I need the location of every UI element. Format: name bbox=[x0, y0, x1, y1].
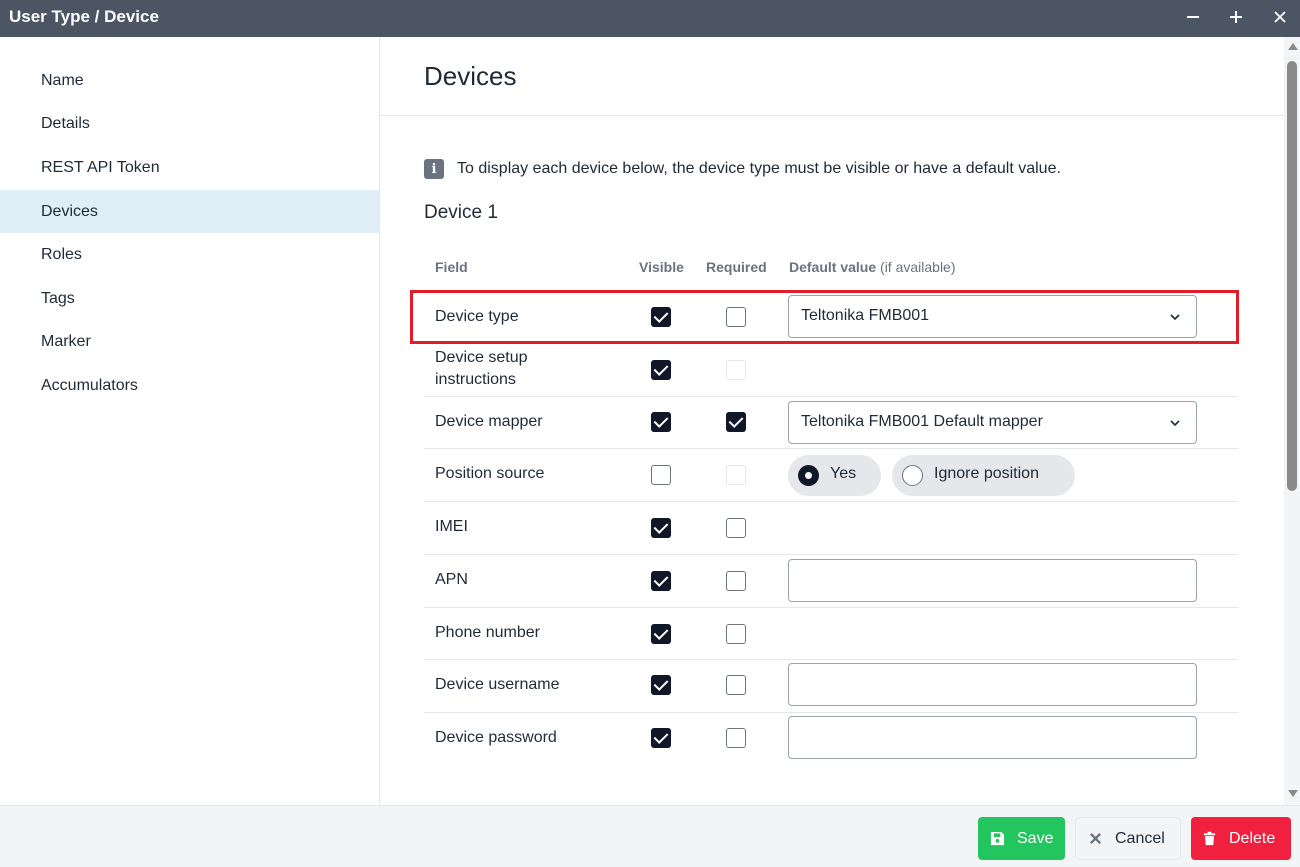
window-title: User Type / Device bbox=[9, 7, 159, 26]
table-row-device-type: Device type Teltonika FMB001 bbox=[424, 291, 1238, 343]
sidebar-item-marker[interactable]: Marker bbox=[0, 320, 379, 363]
default-value-label: Default value bbox=[789, 259, 877, 275]
radio-selected-icon bbox=[798, 465, 819, 486]
column-header-field: Field bbox=[435, 259, 468, 275]
required-checkbox[interactable] bbox=[726, 518, 746, 538]
table-row-device-mapper: Device mapper Teltonika FMB001 Default m… bbox=[424, 397, 1238, 449]
required-checkbox[interactable] bbox=[726, 307, 746, 327]
required-checkbox bbox=[726, 465, 746, 485]
info-text: To display each device below, the device… bbox=[457, 160, 1061, 177]
required-checkbox bbox=[726, 360, 746, 380]
radio-label: Ignore position bbox=[934, 465, 1039, 482]
table-row-imei: IMEI bbox=[424, 502, 1238, 555]
column-header-default-value: Default value (if available) bbox=[789, 259, 956, 275]
delete-button[interactable]: Delete bbox=[1191, 817, 1291, 860]
visible-checkbox[interactable] bbox=[651, 675, 671, 695]
field-label: Device password bbox=[435, 729, 557, 746]
field-label: Position source bbox=[435, 465, 545, 482]
scroll-up-arrow-icon[interactable] bbox=[1288, 43, 1298, 50]
default-value-hint: (if available) bbox=[880, 259, 956, 275]
required-checkbox[interactable] bbox=[726, 571, 746, 591]
scroll-thumb[interactable] bbox=[1287, 61, 1297, 491]
select-value: Teltonika FMB001 bbox=[801, 307, 930, 324]
required-checkbox[interactable] bbox=[726, 412, 746, 432]
device-password-input[interactable] bbox=[788, 716, 1197, 759]
page-title: Devices bbox=[424, 61, 517, 91]
title-divider bbox=[380, 115, 1284, 116]
window-titlebar: User Type / Device bbox=[0, 0, 1300, 37]
field-label: APN bbox=[435, 571, 468, 588]
field-label: Device type bbox=[435, 308, 519, 325]
device-username-input[interactable] bbox=[788, 663, 1197, 706]
required-checkbox[interactable] bbox=[726, 624, 746, 644]
visible-checkbox[interactable] bbox=[651, 728, 671, 748]
visible-checkbox[interactable] bbox=[651, 624, 671, 644]
visible-checkbox[interactable] bbox=[651, 465, 671, 485]
main-content: Devices i To display each device below, … bbox=[380, 37, 1284, 805]
trash-icon bbox=[1203, 831, 1216, 846]
visible-checkbox[interactable] bbox=[651, 360, 671, 380]
sidebar-item-devices[interactable]: Devices bbox=[0, 190, 379, 233]
scroll-down-arrow-icon[interactable] bbox=[1288, 790, 1298, 797]
radio-yes[interactable]: Yes bbox=[788, 455, 881, 496]
maximize-icon[interactable] bbox=[1223, 4, 1249, 30]
radio-unselected-icon bbox=[902, 465, 923, 486]
select-value: Teltonika FMB001 Default mapper bbox=[801, 413, 1043, 430]
chevron-down-icon bbox=[1170, 314, 1180, 321]
field-label: IMEI bbox=[435, 518, 468, 535]
visible-checkbox[interactable] bbox=[651, 571, 671, 591]
info-icon: i bbox=[424, 159, 444, 179]
table-row-phone-number: Phone number bbox=[424, 608, 1238, 660]
required-checkbox[interactable] bbox=[726, 675, 746, 695]
radio-label: Yes bbox=[830, 465, 857, 482]
device-mapper-select[interactable]: Teltonika FMB001 Default mapper bbox=[788, 401, 1197, 444]
save-button[interactable]: Save bbox=[978, 817, 1065, 860]
table-row-device-password: Device password bbox=[424, 713, 1238, 765]
chevron-down-icon bbox=[1170, 420, 1180, 427]
field-label: Device username bbox=[435, 676, 560, 693]
sidebar-item-details[interactable]: Details bbox=[0, 102, 379, 145]
table-row-position-source: Position source Yes Ignore position bbox=[424, 449, 1238, 502]
sidebar-item-rest-api-token[interactable]: REST API Token bbox=[0, 146, 379, 189]
field-label: Phone number bbox=[435, 624, 540, 641]
sidebar-item-accumulators[interactable]: Accumulators bbox=[0, 364, 379, 407]
column-header-required: Required bbox=[706, 259, 767, 275]
vertical-scrollbar[interactable] bbox=[1284, 37, 1300, 805]
visible-checkbox[interactable] bbox=[651, 307, 671, 327]
table-row-apn: APN bbox=[424, 555, 1238, 608]
floppy-disk-icon bbox=[990, 831, 1005, 846]
sidebar-item-roles[interactable]: Roles bbox=[0, 233, 379, 276]
x-icon bbox=[1089, 832, 1102, 845]
table-row-device-setup-instructions: Device setup instructions bbox=[424, 343, 1238, 397]
sidebar-nav: Name Details REST API Token Devices Role… bbox=[0, 37, 380, 805]
device-type-select[interactable]: Teltonika FMB001 bbox=[788, 295, 1197, 338]
radio-ignore-position[interactable]: Ignore position bbox=[892, 455, 1075, 496]
minimize-icon[interactable] bbox=[1180, 4, 1206, 30]
close-icon[interactable] bbox=[1267, 4, 1293, 30]
required-checkbox[interactable] bbox=[726, 728, 746, 748]
device-heading: Device 1 bbox=[424, 202, 498, 223]
column-header-visible: Visible bbox=[639, 259, 684, 275]
field-label: Device mapper bbox=[435, 413, 543, 430]
delete-label: Delete bbox=[1229, 829, 1276, 847]
visible-checkbox[interactable] bbox=[651, 518, 671, 538]
apn-input[interactable] bbox=[788, 559, 1197, 602]
info-message: i To display each device below, the devi… bbox=[424, 159, 1061, 179]
footer-bar: Save Cancel Delete bbox=[0, 805, 1300, 867]
table-row-device-username: Device username bbox=[424, 660, 1238, 713]
visible-checkbox[interactable] bbox=[651, 412, 671, 432]
sidebar-item-name[interactable]: Name bbox=[0, 59, 379, 102]
sidebar-item-tags[interactable]: Tags bbox=[0, 277, 379, 320]
save-label: Save bbox=[1017, 829, 1054, 847]
cancel-button[interactable]: Cancel bbox=[1075, 817, 1181, 860]
field-label: Device setup instructions bbox=[435, 349, 528, 388]
cancel-label: Cancel bbox=[1115, 829, 1165, 847]
